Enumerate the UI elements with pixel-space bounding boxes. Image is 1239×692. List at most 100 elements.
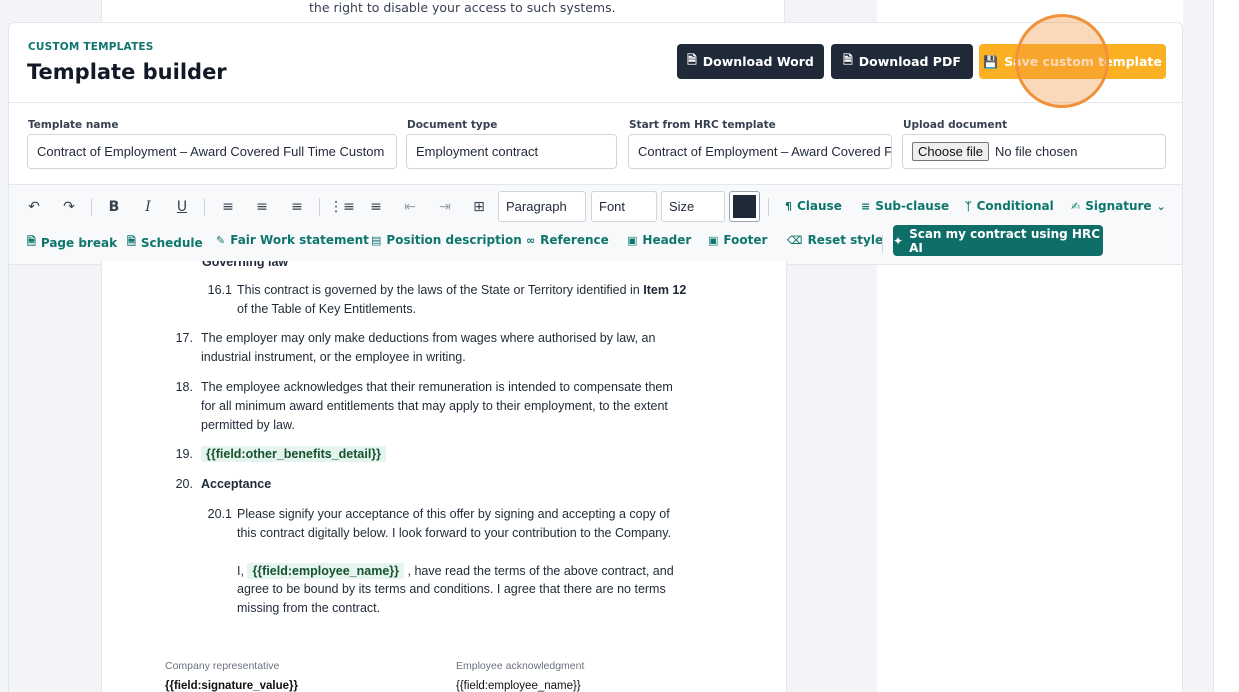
- download-pdf-label: Download PDF: [858, 54, 961, 69]
- signature-label: Signature: [1085, 199, 1152, 213]
- redo-icon[interactable]: ↷: [59, 197, 79, 217]
- save-custom-template-button[interactable]: 💾 Save custom template: [979, 44, 1166, 79]
- page-break-label: Page break: [40, 235, 118, 250]
- undo-icon[interactable]: ↶: [24, 197, 44, 217]
- table-icon[interactable]: ⊞: [469, 197, 489, 217]
- italic-icon[interactable]: I: [138, 197, 158, 217]
- scan-label: Scan my contract using HRC AI: [909, 226, 1101, 255]
- download-word-button[interactable]: 🗎 Download Word: [677, 44, 824, 79]
- clause-heading: Acceptance: [201, 477, 272, 491]
- branch-icon: ᛉ: [965, 199, 972, 213]
- toolbar-divider: [91, 198, 92, 216]
- download-pdf-button[interactable]: 🗎 Download PDF: [831, 44, 973, 79]
- clause-number: 20.: [175, 477, 193, 491]
- clause-text: missing from the contract.: [237, 601, 381, 615]
- reset-style-label: Reset style: [807, 233, 884, 247]
- position-description-label: Position description: [386, 233, 522, 247]
- insert-header-button[interactable]: ▣ Header: [627, 233, 691, 247]
- toolbar-divider: [319, 198, 320, 216]
- pilcrow-icon: ¶: [785, 199, 792, 213]
- signature-icon: ✍: [1071, 199, 1081, 213]
- insert-page-break-button[interactable]: 🗎 Page break: [27, 233, 117, 252]
- merge-field-tag[interactable]: {{field:employee_name}}: [247, 563, 405, 579]
- editor-toolbar: ↶ ↷ B I U ≡ ≡ ≡ ⋮≡ ≡ ⇤ ⇥ ⊞ Paragraph Fon…: [9, 185, 1182, 265]
- insert-sub-clause-button[interactable]: ≡ Sub-clause: [861, 199, 949, 213]
- eraser-icon: ⌫: [787, 233, 803, 247]
- upload-status-text: No file chosen: [995, 144, 1078, 159]
- insert-reference-button[interactable]: ∞ Reference: [526, 233, 609, 247]
- id-card-icon: ▤: [371, 233, 382, 247]
- reset-style-button[interactable]: ⌫ Reset style: [787, 233, 883, 247]
- image-icon: ▣: [708, 233, 719, 247]
- editor-side-panel: [877, 265, 1182, 692]
- document-page[interactable]: Governing law 16.1 This contract is gove…: [101, 261, 787, 692]
- clause-text: of the Table of Key Entitlements.: [237, 302, 417, 316]
- bold-icon[interactable]: B: [104, 197, 124, 217]
- clause-text: this contract digitally below. I look fo…: [237, 526, 672, 540]
- toolbar-divider: [882, 235, 883, 253]
- clause-text: The employer may only make deductions fr…: [201, 331, 656, 345]
- upload-document-input[interactable]: Choose file No file chosen: [902, 134, 1166, 169]
- clause-text: This contract is governed by the laws of…: [237, 283, 687, 297]
- insert-signature-dropdown[interactable]: ✍ Signature ⌄: [1071, 199, 1166, 213]
- clause-label: Clause: [797, 199, 842, 213]
- header-label: Header: [642, 233, 692, 247]
- underline-icon[interactable]: U: [172, 197, 192, 217]
- insert-clause-button[interactable]: ¶ Clause: [785, 199, 842, 213]
- document-type-label: Document type: [407, 119, 498, 131]
- choose-file-button[interactable]: Choose file: [912, 142, 990, 161]
- align-left-icon[interactable]: ≡: [218, 197, 238, 217]
- employee-signature-label: Employee acknowledgment: [456, 660, 585, 672]
- template-fields-row: Template name Contract of Employment – A…: [9, 103, 1182, 185]
- indent-icon[interactable]: ⇥: [435, 197, 455, 217]
- size-select[interactable]: Size: [661, 191, 725, 222]
- page-scrollbar-track[interactable]: [1213, 0, 1239, 692]
- start-from-template-select[interactable]: Contract of Employment – Award Covered F…: [628, 134, 892, 169]
- numbered-list-icon[interactable]: ≡: [366, 197, 386, 217]
- template-name-input[interactable]: Contract of Employment – Award Covered F…: [27, 134, 397, 169]
- template-name-label: Template name: [28, 119, 119, 131]
- reference-label: Reference: [540, 233, 609, 247]
- document-editor-area: Governing law 16.1 This contract is gove…: [9, 261, 1182, 692]
- bullet-list-icon[interactable]: ⋮≡: [329, 197, 355, 217]
- clause-number: 17.: [175, 331, 193, 345]
- builder-header: CUSTOM TEMPLATES Template builder 🗎 Down…: [9, 23, 1182, 103]
- fair-work-label: Fair Work statement: [230, 233, 369, 247]
- paragraph-style-select[interactable]: Paragraph: [498, 191, 586, 222]
- upload-document-label: Upload document: [903, 119, 1008, 131]
- template-builder-card: CUSTOM TEMPLATES Template builder 🗎 Down…: [8, 22, 1183, 692]
- clause-text: {{field:other_benefits_detail}}: [201, 445, 387, 464]
- link-icon: ∞: [526, 233, 536, 247]
- outdent-icon[interactable]: ⇤: [400, 197, 420, 217]
- merge-field-tag[interactable]: {{field:other_benefits_detail}}: [201, 446, 387, 462]
- image-icon: ▣: [627, 233, 638, 247]
- clause-16-heading: Governing law: [202, 261, 289, 269]
- insert-conditional-button[interactable]: ᛉ Conditional: [965, 199, 1054, 213]
- page-icon: 🗎: [27, 235, 36, 248]
- word-file-icon: 🗎: [687, 53, 697, 67]
- clause-text: permitted by law.: [201, 418, 295, 432]
- clause-number: 18.: [175, 380, 193, 394]
- company-signature-label: Company representative: [165, 660, 280, 672]
- download-word-label: Download Word: [702, 54, 814, 69]
- clause-number: 19.: [175, 447, 193, 461]
- document-type-input[interactable]: Employment contract: [406, 134, 617, 169]
- font-select[interactable]: Font: [591, 191, 657, 222]
- align-right-icon[interactable]: ≡: [287, 197, 307, 217]
- page-title: Template builder: [27, 60, 227, 84]
- align-center-icon[interactable]: ≡: [252, 197, 272, 217]
- schedule-label: Schedule: [140, 235, 203, 250]
- insert-fair-work-button[interactable]: ✎ Fair Work statement: [216, 233, 369, 247]
- insert-position-description-button[interactable]: ▤ Position description: [371, 233, 522, 247]
- magic-wand-icon: ✦: [893, 233, 904, 248]
- chevron-down-icon: ⌄: [1156, 199, 1166, 213]
- insert-footer-button[interactable]: ▣ Footer: [708, 233, 767, 247]
- save-icon: 💾: [983, 54, 999, 69]
- toolbar-divider: [204, 198, 205, 216]
- scan-contract-ai-button[interactable]: ✦ Scan my contract using HRC AI: [893, 225, 1103, 256]
- text-color-picker[interactable]: [729, 191, 760, 222]
- insert-schedule-button[interactable]: 🗎 Schedule: [127, 233, 203, 252]
- start-from-template-label: Start from HRC template: [629, 119, 776, 131]
- clause-text: industrial instrument, or the employee i…: [201, 350, 466, 364]
- previous-page-text: the right to disable your access to such…: [309, 0, 616, 15]
